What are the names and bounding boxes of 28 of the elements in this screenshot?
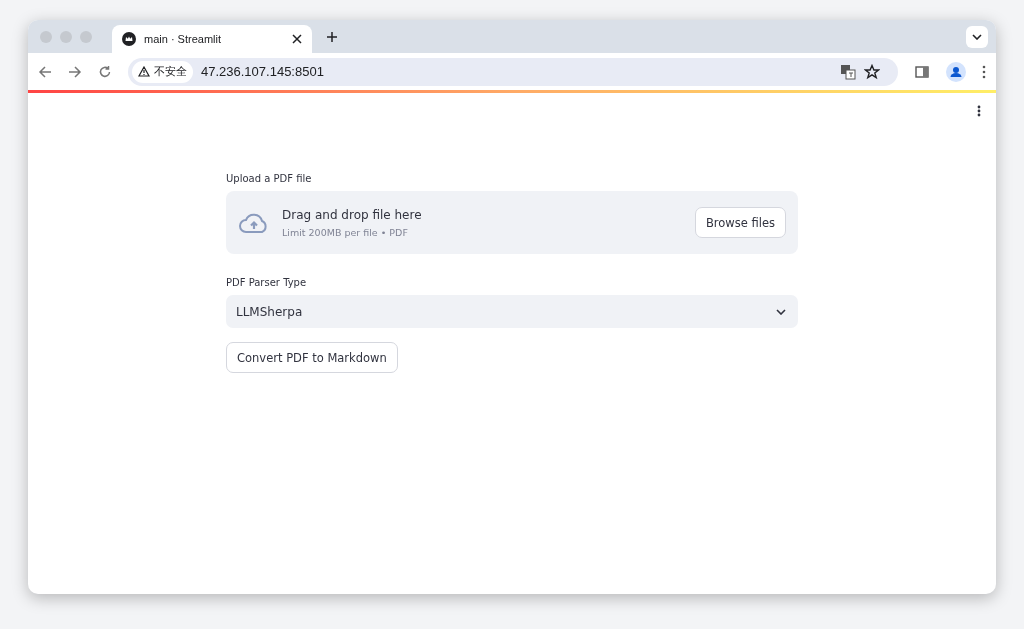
- browser-menu-icon[interactable]: [982, 64, 986, 79]
- profile-avatar-icon[interactable]: [946, 61, 966, 82]
- dropzone-title: Drag and drop file here: [282, 207, 423, 222]
- chevron-down-icon: [972, 33, 982, 40]
- star-icon[interactable]: [864, 63, 880, 80]
- translate-icon[interactable]: [840, 63, 856, 80]
- browser-tab[interactable]: main · Streamlit: [112, 25, 312, 53]
- reload-icon[interactable]: [98, 64, 112, 79]
- security-chip[interactable]: 不安全: [132, 60, 193, 83]
- convert-button[interactable]: Convert PDF to Markdown: [226, 342, 398, 373]
- warning-icon: [138, 66, 150, 77]
- tab-search-button[interactable]: [966, 25, 988, 48]
- chevron-down-icon: [776, 308, 786, 315]
- side-panel-icon[interactable]: [914, 63, 930, 80]
- dropzone-hint: Limit 200MB per file • PDF: [282, 226, 409, 238]
- crown-logo-icon: [122, 32, 136, 46]
- parser-type-select[interactable]: LLMSherpa: [226, 295, 798, 328]
- browse-files-button[interactable]: Browse files: [694, 207, 786, 238]
- back-icon[interactable]: [38, 64, 52, 79]
- close-tab-icon[interactable]: [292, 34, 302, 44]
- new-tab-icon[interactable]: [326, 30, 338, 43]
- cloud-upload-icon: [238, 211, 270, 234]
- address-text[interactable]: 47.236.107.145:8501: [201, 64, 832, 79]
- select-label: PDF Parser Type: [226, 277, 308, 288]
- forward-icon[interactable]: [68, 64, 82, 79]
- file-dropzone[interactable]: Drag and drop file here Limit 200MB per file • PDF Browse files: [226, 191, 798, 254]
- uploader-label: Upload a PDF file: [226, 173, 313, 184]
- app-menu-icon[interactable]: [977, 105, 981, 117]
